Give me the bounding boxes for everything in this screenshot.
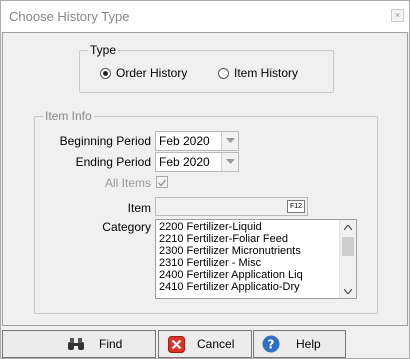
type-legend: Type <box>88 43 119 57</box>
order-history-radio[interactable]: Order History <box>100 66 187 80</box>
order-history-label: Order History <box>116 66 188 80</box>
list-item[interactable]: 2210 Fertilizer-Foliar Feed <box>156 233 356 245</box>
type-groupbox: Type Order History Item History <box>79 43 334 93</box>
all-items-checkbox[interactable] <box>156 176 168 188</box>
beginning-period-label: Beginning Period <box>59 134 151 148</box>
list-item[interactable]: 2310 Fertilizer - Misc <box>156 257 356 269</box>
scrollbar-thumb[interactable] <box>342 237 354 256</box>
ending-period-value: Feb 2020 <box>159 155 210 169</box>
item-history-label: Item History <box>234 66 299 80</box>
all-items-label: All Items <box>104 176 151 190</box>
item-info-legend: Item Info <box>43 109 94 123</box>
beginning-period-combo[interactable]: Feb 2020 <box>155 131 239 151</box>
f12-lookup-icon[interactable]: F12 <box>287 200 305 213</box>
beginning-period-value: Feb 2020 <box>159 134 210 148</box>
svg-text:?: ? <box>268 338 275 352</box>
item-label: Item <box>127 201 151 215</box>
help-icon: ? <box>262 335 280 353</box>
window-title: Choose History Type <box>9 9 130 24</box>
vertical-scrollbar[interactable] <box>339 220 356 298</box>
find-button[interactable]: Find <box>2 330 156 358</box>
radio-dot-checked <box>100 67 111 79</box>
radio-dot <box>218 67 229 79</box>
list-item[interactable]: 2410 Fertilizer Applicatio-Dry <box>156 281 356 293</box>
scroll-down-icon[interactable] <box>340 284 356 298</box>
close-button[interactable]: × <box>391 9 404 22</box>
ending-period-combo[interactable]: Feb 2020 <box>155 152 239 172</box>
cancel-label: Cancel <box>197 337 235 351</box>
scroll-up-icon[interactable] <box>340 220 356 234</box>
choose-history-type-dialog: Choose History Type × Type Order History… <box>0 0 410 359</box>
checkmark-icon <box>157 179 167 187</box>
title-bar: Choose History Type × <box>1 1 409 32</box>
item-history-radio[interactable]: Item History <box>218 66 298 80</box>
help-button[interactable]: ? Help <box>253 330 346 358</box>
list-item[interactable]: 2200 Fertilizer-Liquid <box>156 221 356 233</box>
list-item[interactable]: 2400 Fertilizer Application Liq <box>156 269 356 281</box>
find-label: Find <box>99 337 123 351</box>
item-input[interactable]: F12 <box>155 197 308 216</box>
help-label: Help <box>296 337 321 351</box>
cancel-button[interactable]: Cancel <box>158 330 252 358</box>
button-bar: Find Cancel ? Help <box>2 328 408 358</box>
binoculars-icon <box>67 335 85 353</box>
category-listbox[interactable]: 2200 Fertilizer-Liquid 2210 Fertilizer-F… <box>155 219 357 299</box>
dialog-body: Type Order History Item History Item Inf… <box>2 32 408 326</box>
item-info-groupbox: Item Info Beginning Period Feb 2020 Endi… <box>34 109 378 314</box>
cancel-icon <box>167 335 185 353</box>
chevron-down-icon[interactable] <box>221 132 238 150</box>
list-item[interactable]: 2300 Fertilizer Micronutrients <box>156 245 356 257</box>
chevron-down-icon[interactable] <box>221 153 238 171</box>
category-label: Category <box>102 220 151 234</box>
ending-period-label: Ending Period <box>75 155 151 169</box>
